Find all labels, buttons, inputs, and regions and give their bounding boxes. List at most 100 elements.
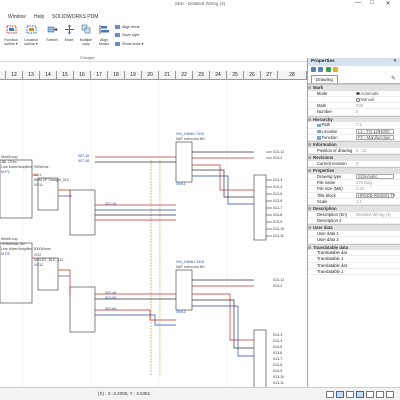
move-icon <box>64 24 74 35</box>
mid-block-2-name: XG2 <box>34 253 42 257</box>
close-icon[interactable]: ✕ <box>382 0 394 7</box>
menu-help[interactable]: Help <box>34 14 44 20</box>
save-style-button[interactable]: Save style <box>115 33 140 37</box>
align-blocks-icon <box>99 25 109 34</box>
category-properties[interactable]: Properties <box>308 167 400 174</box>
ruler-col: 15 <box>57 71 74 80</box>
category-information[interactable]: Information <box>308 141 400 148</box>
category-description[interactable]: Description <box>308 205 400 212</box>
terminal-label: 013-9 <box>273 220 283 224</box>
minimize-icon[interactable]: — <box>352 0 364 6</box>
function-outline-button[interactable]: Function outline ▾ <box>2 24 20 54</box>
wire-label: 007-36 <box>78 159 90 163</box>
refresh-icon[interactable] <box>325 67 331 72</box>
mid-block-2-tag: XG12 <box>34 263 44 267</box>
category-hierarchy[interactable]: Hierarchy <box>308 115 400 123</box>
osnap-toggle-icon[interactable] <box>356 391 364 398</box>
automatic-radio[interactable] <box>356 91 360 96</box>
category-user-data[interactable]: User data <box>308 224 400 231</box>
move-button[interactable]: Move <box>60 24 78 54</box>
location-outline-button[interactable]: Location outline ▾ <box>22 24 40 54</box>
properties-panel: Properties ✕ Drawing ✎ Mark Mode Automat… <box>307 58 400 387</box>
wire-label: 007-56 <box>105 296 117 300</box>
connector-1-tag: XW11 <box>176 182 186 186</box>
grid-toggle-icon[interactable] <box>326 391 334 398</box>
ruler-col: 17 <box>91 71 108 80</box>
categorize-icon[interactable] <box>311 67 316 72</box>
panel-close-icon[interactable]: ✕ <box>393 59 397 64</box>
ruler-col: 18 <box>108 71 125 80</box>
left-block-2-desc: Line Mixer/Amplifier 3000Wrms <box>1 247 51 251</box>
ribbon-group-label: Changes <box>80 56 95 60</box>
terminal-label: 013-8 <box>273 363 283 367</box>
terminal-label: 013-12 <box>273 278 285 282</box>
terminal-label: 013-6 <box>273 199 283 203</box>
settings-icon[interactable] <box>386 391 394 398</box>
category-revisions[interactable]: Revisions <box>308 154 400 161</box>
stretch-button[interactable]: Stretch <box>43 24 61 54</box>
title-bar: SEE - Detailed Wiring (4) — □ ✕ <box>0 0 400 9</box>
ruler-col: 28 <box>278 71 307 80</box>
status-bar: (X) : X -3.2000, Y : 3.5351 <box>0 387 400 400</box>
location-outline-icon <box>26 25 36 34</box>
terminal-label: 013-3 <box>273 178 283 182</box>
left-block-1-tag: M-P2 <box>1 170 10 174</box>
ribbon: Function outline ▾ Location outline ▾ St… <box>0 22 400 62</box>
manual-radio[interactable] <box>356 98 360 102</box>
ruler-col: 12 <box>6 71 23 80</box>
connector-2-tag: XW12 <box>176 310 186 314</box>
properties-toolbar <box>308 66 400 74</box>
category-translatable-data[interactable]: Translatable data <box>308 243 400 251</box>
edit-icon[interactable]: ✎ <box>391 75 396 82</box>
align-texts-button[interactable]: Align texts <box>115 25 140 29</box>
ruler-col: 24 <box>210 71 227 80</box>
terminal-label: 013-6 <box>273 351 283 355</box>
menu-window[interactable]: Window <box>8 14 26 20</box>
menu-solidworks-pdm[interactable]: SOLIDWORKS PDM <box>52 14 98 20</box>
multiple-copy-button[interactable]: Multiple copy <box>77 24 95 54</box>
stretch-icon <box>47 26 57 33</box>
snap-toggle-icon[interactable] <box>336 391 344 398</box>
ruler-col: 26 <box>244 71 261 80</box>
function-field[interactable]: F1 - Manifunction <box>356 135 394 141</box>
terminal-label: 013-11 <box>273 234 284 238</box>
location-icon <box>317 129 321 134</box>
left-block-2-name: MiniGroup <box>1 237 18 241</box>
category-mark[interactable]: Mark <box>308 84 400 91</box>
align-blocks-button[interactable]: Align blocks <box>95 24 113 54</box>
drawing-type-field[interactable]: Schematic <box>356 174 394 179</box>
ortho-toggle-icon[interactable] <box>346 391 354 398</box>
ruler-col: 23 <box>193 71 210 80</box>
connector-block-1 <box>175 141 193 183</box>
location-field[interactable]: L1 - TO 1294000 <box>356 129 394 134</box>
ruler-col: 13 <box>23 71 40 80</box>
favorite-icon[interactable] <box>333 67 339 72</box>
mid-block-1-name: XG1 <box>34 173 42 177</box>
ruler-col: 14 <box>40 71 57 80</box>
mid-block-1-tag: XG11 <box>34 183 43 187</box>
sort-icon[interactable] <box>318 67 324 72</box>
show-texts-button[interactable]: Show texts ▾ <box>115 41 144 46</box>
drawing-canvas[interactable]: MiniGroup JBL 2Gbx Line Mixer/amplifier … <box>0 80 307 387</box>
left-block-1-desc: Line Mixer/amplifier 750Wrms <box>1 165 49 169</box>
title-block-field[interactable]: HRSDB-RMSM1 TT <box>356 193 395 198</box>
connector-2-name: XW_CMMU 3415 <box>176 260 204 264</box>
polar-toggle-icon[interactable] <box>366 391 374 398</box>
connector-block-2 <box>175 269 193 311</box>
terminal-label: 013-5 <box>273 192 283 196</box>
property-row: Translatable 1 <box>308 269 400 276</box>
terminal-label: 013-4 <box>273 339 283 343</box>
tab-drawing[interactable]: Drawing <box>311 75 338 83</box>
left-block-1-name: MiniGroup <box>1 155 18 159</box>
cursor-coordinates: (X) : X -3.2000, Y : 3.5351 <box>98 391 151 396</box>
schematic-drawing <box>0 80 272 387</box>
path-icon <box>317 123 321 128</box>
maximize-icon[interactable]: □ <box>366 0 378 6</box>
align-texts-icon <box>115 25 120 29</box>
lineweight-toggle-icon[interactable] <box>376 391 384 398</box>
left-block-1-sub: JBL 2Gbx <box>1 160 17 164</box>
wire-label: 007-26 <box>105 202 117 206</box>
terminal-label: 013-2 <box>273 284 283 288</box>
terminal-label: 013-11 <box>273 381 284 385</box>
ruler-col: 20 <box>142 71 159 80</box>
